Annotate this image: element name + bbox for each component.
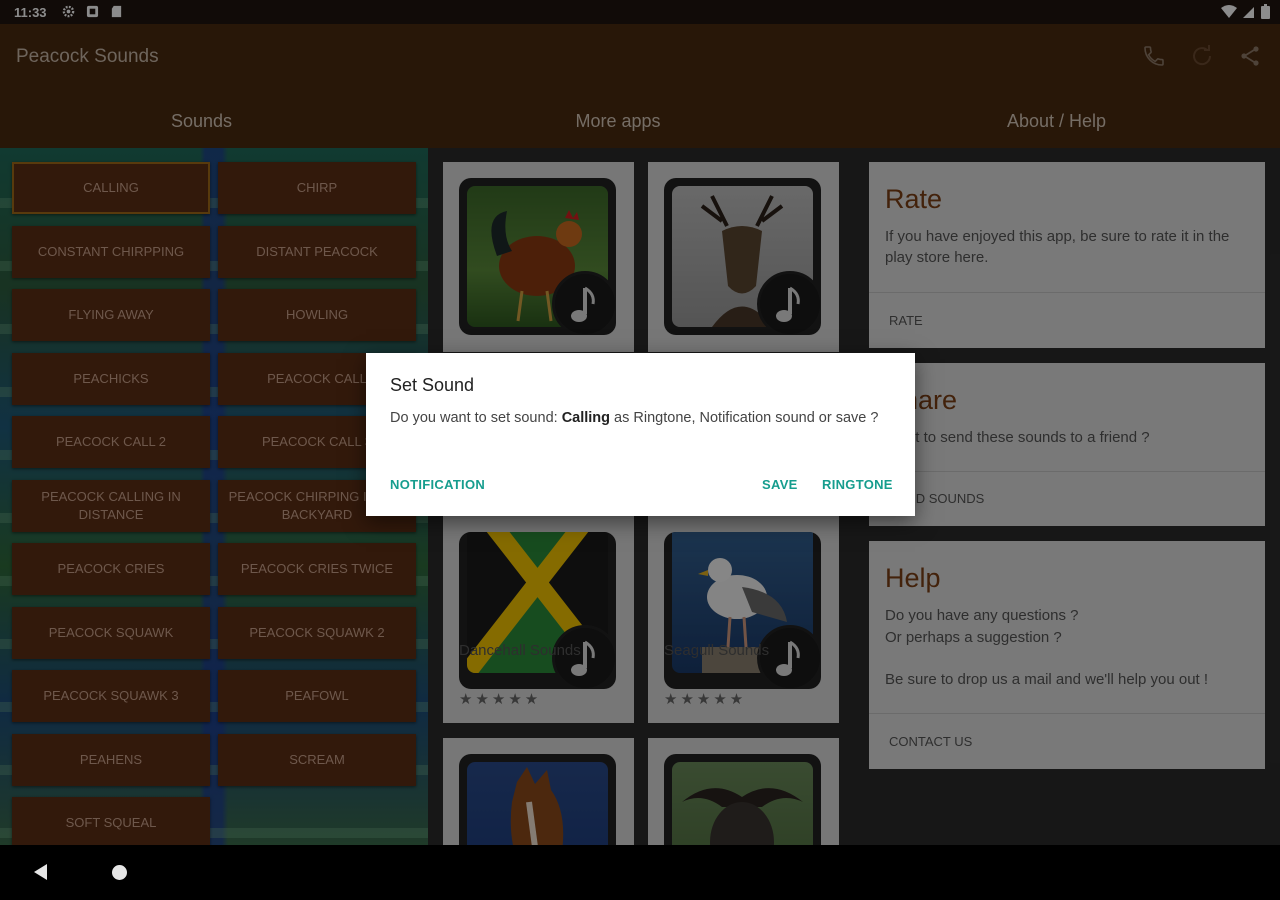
dialog-title: Set Sound xyxy=(390,375,475,395)
notification-button[interactable]: NOTIFICATION xyxy=(390,477,485,492)
dialog-message-prefix: Do you want to set sound: xyxy=(390,410,562,426)
ringtone-button[interactable]: RINGTONE xyxy=(822,477,893,492)
save-button[interactable]: SAVE xyxy=(762,477,798,492)
home-icon[interactable] xyxy=(112,865,127,880)
back-icon[interactable] xyxy=(32,863,48,881)
dialog-message: Do you want to set sound: Calling as Rin… xyxy=(390,408,890,428)
navigation-bar xyxy=(0,845,1280,900)
dialog-message-suffix: as Ringtone, Notification sound or save … xyxy=(610,410,879,426)
set-sound-dialog: Set Sound Do you want to set sound: Call… xyxy=(366,353,915,516)
dialog-sound-name: Calling xyxy=(561,410,611,426)
